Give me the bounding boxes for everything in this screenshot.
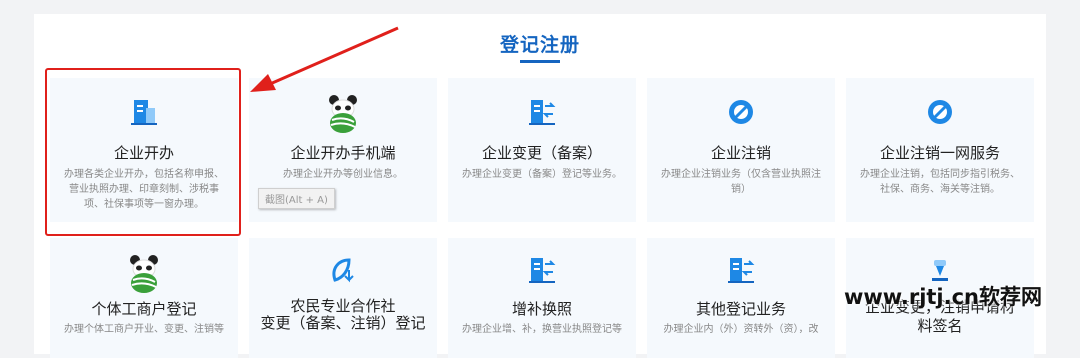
- screenshot-tooltip: 截图(Alt + A): [258, 188, 335, 209]
- site-watermark: www.rjtj.cn软荐网: [844, 285, 1043, 309]
